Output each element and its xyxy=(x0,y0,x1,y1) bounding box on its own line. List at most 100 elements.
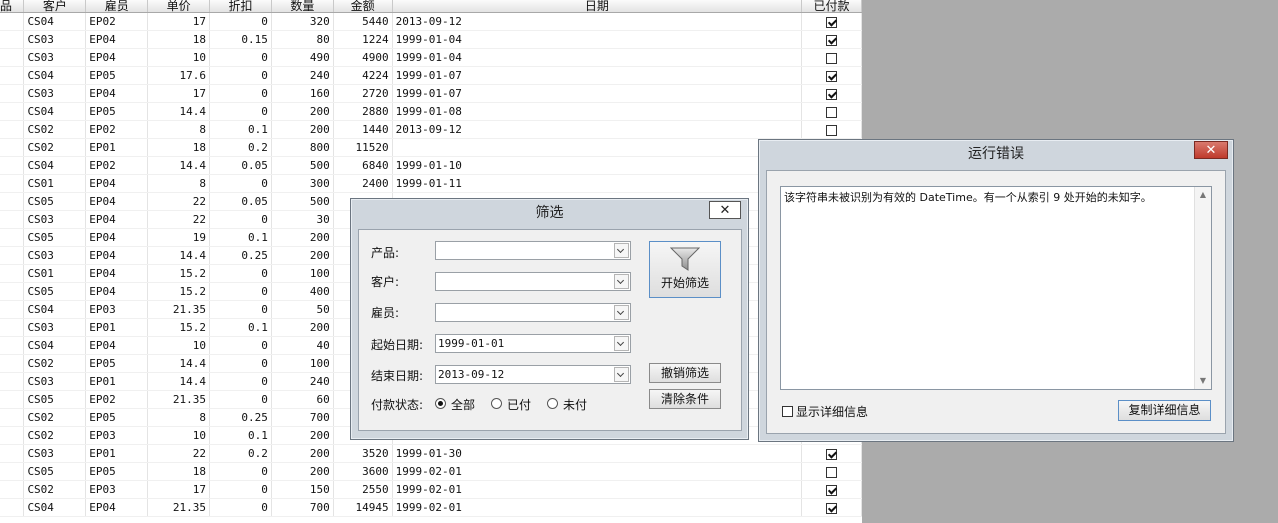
pay-all-label[interactable]: 全部 xyxy=(451,396,475,413)
row-selector[interactable] xyxy=(0,354,25,373)
paid-checkbox[interactable] xyxy=(826,52,838,64)
table-cell: EP04 xyxy=(85,228,149,247)
row-selector[interactable] xyxy=(0,336,25,355)
product-combo[interactable] xyxy=(435,241,631,260)
customer-combo[interactable] xyxy=(435,272,631,291)
column-header[interactable]: 日期 xyxy=(392,0,803,13)
row-selector[interactable] xyxy=(0,282,25,301)
table-cell: 21.35 xyxy=(147,498,211,517)
column-header[interactable]: 客户 xyxy=(23,0,87,13)
employee-combo[interactable] xyxy=(435,303,631,322)
paid-checkbox[interactable] xyxy=(826,502,838,514)
table-row[interactable]: CS02 EP02 8 0.1 200 1440 2013-09-12 xyxy=(0,120,862,139)
row-selector[interactable] xyxy=(0,48,25,67)
row-selector[interactable] xyxy=(0,66,25,85)
row-selector[interactable] xyxy=(0,228,25,247)
table-row[interactable]: CS04 EP05 14.4 0 200 2880 1999-01-08 xyxy=(0,102,862,121)
pay-unpaid-label[interactable]: 未付 xyxy=(563,396,587,413)
table-row[interactable]: CS04 EP02 14.4 0.05 500 6840 1999-01-10 xyxy=(0,156,862,175)
show-details-checkbox[interactable] xyxy=(782,406,793,417)
table-cell: 700 xyxy=(271,498,334,517)
paid-checkbox[interactable] xyxy=(826,466,838,478)
column-header[interactable]: 单价 xyxy=(147,0,211,13)
column-header[interactable]: 折扣 xyxy=(209,0,272,13)
row-selector[interactable] xyxy=(0,426,25,445)
table-cell: EP02 xyxy=(85,390,149,409)
row-selector[interactable] xyxy=(0,120,25,139)
row-selector[interactable] xyxy=(0,246,25,265)
start-date-label: 起始日期: xyxy=(371,338,424,352)
table-row[interactable]: CS04 EP04 21.35 0 700 14945 1999-02-01 xyxy=(0,498,862,517)
chevron-down-icon[interactable] xyxy=(614,274,629,289)
table-row[interactable]: CS04 EP05 17.6 0 240 4224 1999-01-07 xyxy=(0,66,862,85)
table-cell: 0 xyxy=(209,210,272,229)
paid-checkbox[interactable] xyxy=(826,484,838,496)
row-selector[interactable] xyxy=(0,102,25,121)
table-row[interactable]: CS03 EP04 17 0 160 2720 1999-01-07 xyxy=(0,84,862,103)
column-header[interactable]: 数量 xyxy=(271,0,334,13)
row-selector[interactable] xyxy=(0,138,25,157)
table-row[interactable]: CS01 EP04 8 0 300 2400 1999-01-11 xyxy=(0,174,862,193)
cancel-filter-button[interactable]: 撤销筛选 xyxy=(649,363,721,383)
column-header[interactable]: 品 xyxy=(0,0,25,13)
chevron-down-icon[interactable] xyxy=(614,336,629,351)
row-selector[interactable] xyxy=(0,174,25,193)
table-row[interactable]: CS03 EP04 10 0 490 4900 1999-01-04 xyxy=(0,48,862,67)
start-date-picker[interactable]: 1999-01-01 xyxy=(435,334,631,353)
filter-dialog-close-button[interactable]: ✕ xyxy=(709,201,741,219)
row-selector[interactable] xyxy=(0,84,25,103)
column-header[interactable]: 金额 xyxy=(333,0,393,13)
scroll-up-icon[interactable]: ▲ xyxy=(1195,187,1211,203)
scroll-down-icon[interactable]: ▼ xyxy=(1195,373,1211,389)
table-cell: CS04 xyxy=(23,102,87,121)
table-cell: CS02 xyxy=(23,120,87,139)
row-selector[interactable] xyxy=(0,210,25,229)
row-selector[interactable] xyxy=(0,408,25,427)
paid-checkbox[interactable] xyxy=(826,16,838,28)
pay-paid-radio[interactable] xyxy=(491,398,502,409)
error-message-box[interactable]: 该字符串未被识别为有效的 DateTime。有一个从索引 9 处开始的未知字。 … xyxy=(780,186,1212,390)
chevron-down-icon[interactable] xyxy=(614,367,629,382)
table-cell: 700 xyxy=(271,408,334,427)
row-selector[interactable] xyxy=(0,480,25,499)
chevron-down-icon[interactable] xyxy=(614,243,629,258)
row-selector[interactable] xyxy=(0,12,25,31)
table-row[interactable]: CS03 EP04 18 0.15 80 1224 1999-01-04 xyxy=(0,30,862,49)
pay-unpaid-radio[interactable] xyxy=(547,398,558,409)
table-row[interactable]: CS04 EP02 17 0 320 5440 2013-09-12 xyxy=(0,12,862,31)
row-selector[interactable] xyxy=(0,156,25,175)
row-selector[interactable] xyxy=(0,30,25,49)
row-selector[interactable] xyxy=(0,300,25,319)
pay-paid-label[interactable]: 已付 xyxy=(507,396,531,413)
table-row[interactable]: CS05 EP05 18 0 200 3600 1999-02-01 xyxy=(0,462,862,481)
show-details-label[interactable]: 显示详细信息 xyxy=(796,403,868,420)
table-row[interactable]: CS02 EP01 18 0.2 800 11520 xyxy=(0,138,862,157)
error-dialog-close-button[interactable]: ✕ xyxy=(1194,141,1228,159)
row-selector[interactable] xyxy=(0,372,25,391)
table-cell: 200 xyxy=(271,426,334,445)
paid-checkbox[interactable] xyxy=(826,106,838,118)
copy-details-button[interactable]: 复制详细信息 xyxy=(1118,400,1211,421)
row-selector[interactable] xyxy=(0,192,25,211)
pay-all-radio[interactable] xyxy=(435,398,446,409)
row-selector[interactable] xyxy=(0,498,25,517)
row-selector[interactable] xyxy=(0,390,25,409)
column-header[interactable]: 雇员 xyxy=(85,0,149,13)
table-row[interactable]: CS02 EP03 17 0 150 2550 1999-02-01 xyxy=(0,480,862,499)
row-selector[interactable] xyxy=(0,318,25,337)
paid-checkbox[interactable] xyxy=(826,34,838,46)
paid-checkbox[interactable] xyxy=(826,88,838,100)
table-row[interactable]: CS03 EP01 22 0.2 200 3520 1999-01-30 xyxy=(0,444,862,463)
paid-checkbox[interactable] xyxy=(826,70,838,82)
row-selector[interactable] xyxy=(0,462,25,481)
clear-conditions-button[interactable]: 清除条件 xyxy=(649,389,721,409)
error-scrollbar[interactable]: ▲ ▼ xyxy=(1194,187,1211,389)
start-filter-button[interactable]: 开始筛选 xyxy=(649,241,721,298)
paid-checkbox[interactable] xyxy=(826,448,838,460)
row-selector[interactable] xyxy=(0,444,25,463)
column-header[interactable]: 已付款 xyxy=(801,0,862,13)
paid-checkbox[interactable] xyxy=(826,124,838,136)
row-selector[interactable] xyxy=(0,264,25,283)
chevron-down-icon[interactable] xyxy=(614,305,629,320)
end-date-picker[interactable]: 2013-09-12 xyxy=(435,365,631,384)
